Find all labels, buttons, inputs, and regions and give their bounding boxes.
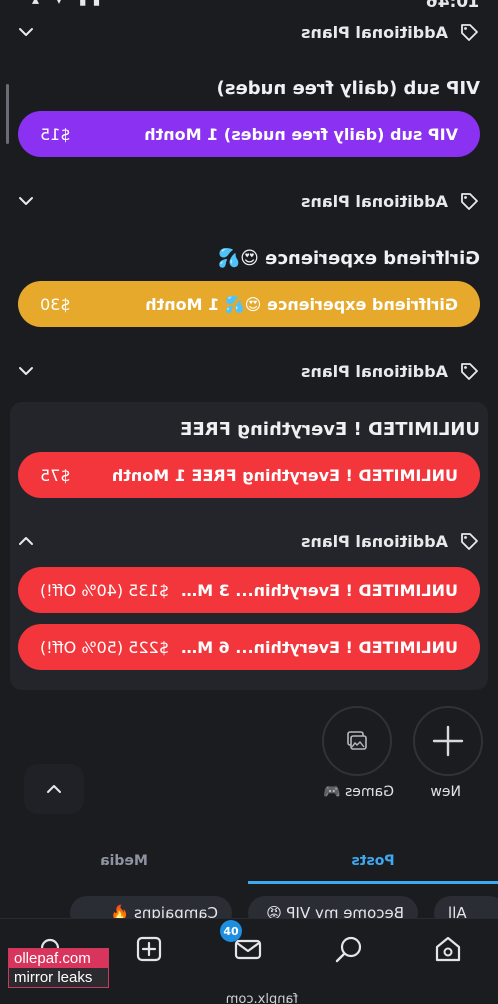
tag-icon xyxy=(458,360,480,382)
chevron-down-icon[interactable] xyxy=(18,24,34,40)
active-tab-indicator xyxy=(248,881,498,884)
subscribe-button-unlimited-3-months[interactable]: UNLIMITED ! Everythin... 3 Months $135 (… xyxy=(18,567,480,613)
additional-plans-label: Additional Plans xyxy=(300,361,448,381)
home-icon[interactable] xyxy=(428,929,468,969)
additional-plans-label: Additional Plans xyxy=(300,531,448,551)
tag-icon xyxy=(458,190,480,212)
content-tabs: Posts Media xyxy=(0,840,498,884)
subscribe-button-unlimited[interactable]: UNLIMITED ! Everything FREE 1 Month $75 xyxy=(18,452,480,498)
status-icons: ▮▮ ▾ ▴ xyxy=(26,0,101,8)
subscribe-button-vip[interactable]: VIP sub (daily free nudes) 1 Month $15 xyxy=(18,111,480,157)
new-post-button[interactable] xyxy=(413,706,483,776)
subscribe-button-girlfriend[interactable]: Girlfriend experience 😍💦 1 Month $30 xyxy=(18,281,480,327)
new-label: New xyxy=(430,784,461,800)
watermark-line-2: mirror leaks xyxy=(9,968,108,987)
plan-label: Girlfriend experience 😍💦 1 Month xyxy=(145,294,458,314)
plan-price: $75 xyxy=(40,465,71,485)
scroll-to-top-button[interactable] xyxy=(24,764,84,814)
tier-title-girlfriend: Girlfriend experience 😍💦 xyxy=(217,248,480,269)
tag-icon xyxy=(458,21,480,43)
games-label: Games 🎮 xyxy=(323,784,394,800)
watermark-line-1: ollepaf.com xyxy=(9,949,108,968)
footer-url: fanplx.com xyxy=(225,992,298,1004)
plan-label: UNLIMITED ! Everything FREE 1 Month xyxy=(111,465,458,485)
additional-plans-row-expanded[interactable]: Additional Plans xyxy=(18,527,480,555)
search-icon[interactable] xyxy=(329,929,369,969)
additional-plans-label: Additional Plans xyxy=(300,22,448,42)
tag-icon xyxy=(458,530,480,552)
chevron-down-icon[interactable] xyxy=(18,363,34,379)
tab-media[interactable]: Media xyxy=(0,840,248,882)
chevron-down-icon[interactable] xyxy=(18,193,34,209)
chevron-up-icon xyxy=(47,785,61,793)
plan-label: VIP sub (daily free nudes) 1 Month xyxy=(144,124,458,144)
plan-label: UNLIMITED ! Everythin... 6 Months xyxy=(181,637,458,657)
tab-posts[interactable]: Posts xyxy=(248,840,498,882)
plan-label: UNLIMITED ! Everythin... 3 Months xyxy=(181,580,458,600)
subscribe-button-unlimited-6-months[interactable]: UNLIMITED ! Everythin... 6 Months $225 (… xyxy=(18,624,480,670)
add-post-icon[interactable] xyxy=(129,929,169,969)
plan-price: $30 xyxy=(40,294,71,314)
status-bar: 10:46 ▮▮ ▾ ▴ xyxy=(0,0,498,14)
additional-plans-row[interactable]: Additional Plans xyxy=(18,357,480,385)
message-count-badge: 40 xyxy=(220,920,242,942)
plan-price: $225 (50% Off!) xyxy=(40,637,169,657)
plus-icon xyxy=(432,725,464,757)
plan-price: $135 (40% Off!) xyxy=(40,580,169,600)
games-button[interactable] xyxy=(322,706,392,776)
additional-plans-label: Additional Plans xyxy=(300,191,448,211)
plan-price: $15 xyxy=(40,124,71,144)
mirrored-app-view: 10:46 ▮▮ ▾ ▴ Additional Plans VIP sub (d… xyxy=(0,0,498,1004)
tier-title-unlimited: UNLIMITED ! Everything FREE xyxy=(180,419,480,440)
tier-title-vip: VIP sub (daily free nudes) xyxy=(216,78,480,99)
status-time: 10:46 xyxy=(425,0,480,12)
chevron-up-icon[interactable] xyxy=(18,533,34,549)
additional-plans-row[interactable]: Additional Plans xyxy=(18,18,480,46)
watermark: ollepaf.com mirror leaks xyxy=(8,948,109,988)
additional-plans-row[interactable]: Additional Plans xyxy=(18,187,480,215)
image-gallery-icon xyxy=(347,731,367,750)
scrollbar[interactable] xyxy=(6,84,9,144)
